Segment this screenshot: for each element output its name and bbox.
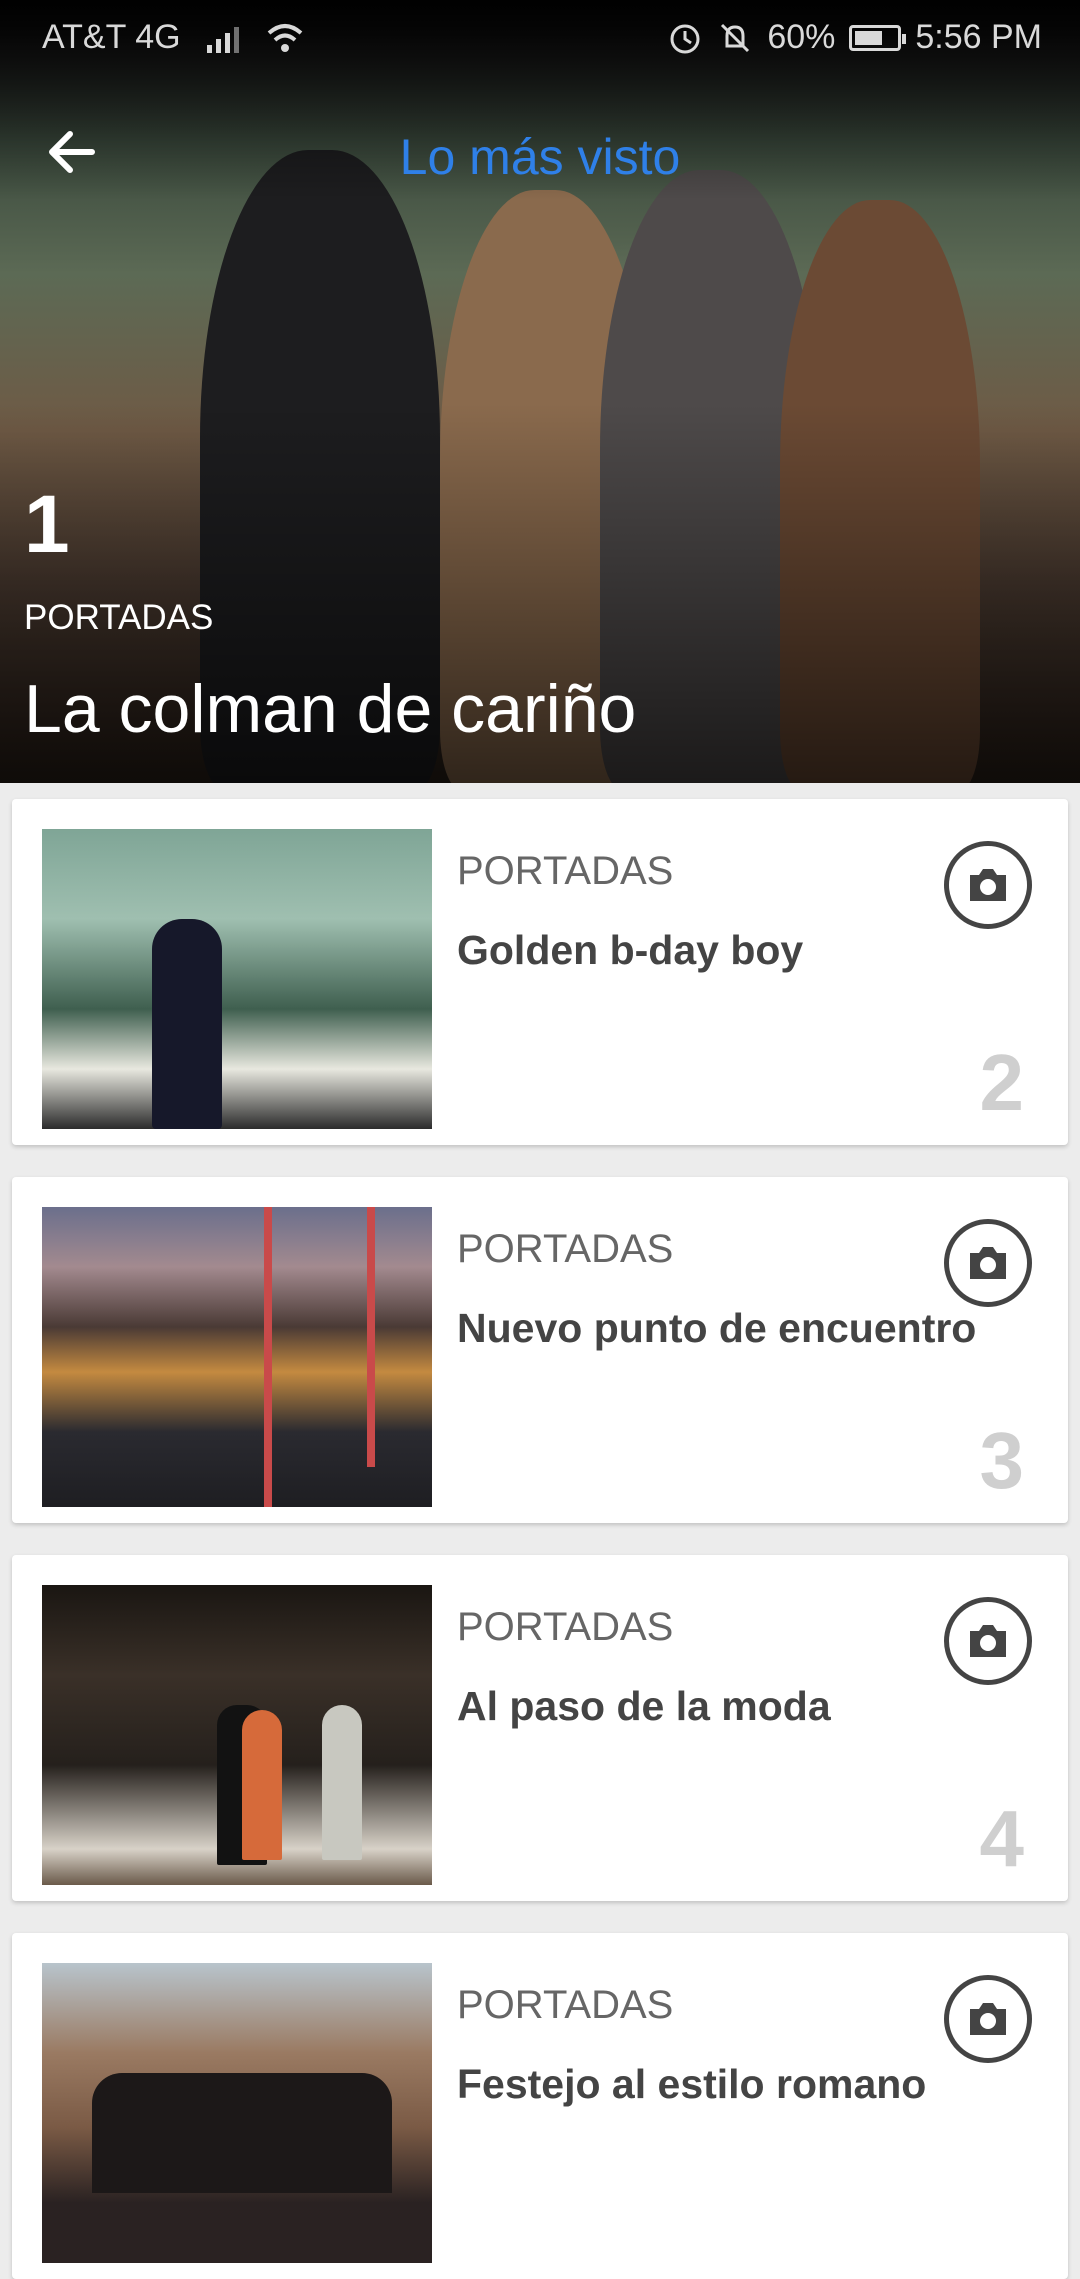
signal-icon [206, 23, 239, 53]
hero-banner[interactable]: Lo más visto 1 PORTADAS La colman de car… [0, 0, 1080, 783]
card-rank: 2 [979, 1038, 1025, 1127]
thumbnail [42, 1585, 432, 1885]
wifi-icon [267, 23, 302, 52]
hero-rank: 1 [24, 479, 70, 570]
card-category: PORTADAS [457, 1983, 674, 2027]
hero-category: PORTADAS [24, 598, 214, 637]
page-title: Lo más visto [399, 129, 681, 185]
camera-icon [944, 841, 1032, 929]
alarm-icon [670, 24, 700, 53]
card-title: Al paso de la moda [457, 1683, 831, 1729]
carrier-label: AT&T 4G [42, 18, 181, 56]
hero-title: La colman de cariño [24, 671, 637, 747]
card-category: PORTADAS [457, 1227, 674, 1271]
list-item[interactable]: PORTADAS Golden b-day boy 2 [12, 799, 1068, 1145]
card-title: Golden b-day boy [457, 927, 804, 973]
mute-icon [721, 23, 750, 52]
battery-percent: 60% [767, 18, 836, 56]
clock: 5:56 PM [915, 18, 1042, 56]
list-item[interactable]: PORTADAS Festejo al estilo romano [12, 1933, 1068, 2279]
list-item[interactable]: PORTADAS Nuevo punto de encuentro 3 [12, 1177, 1068, 1523]
status-bar: AT&T 4G 60% 5:56 PM [0, 0, 1080, 74]
camera-icon [944, 1219, 1032, 1307]
card-rank: 3 [979, 1416, 1025, 1505]
camera-icon [944, 1597, 1032, 1685]
card-rank: 4 [979, 1794, 1025, 1883]
thumbnail [42, 829, 432, 1129]
card-category: PORTADAS [457, 1605, 674, 1649]
battery-icon [849, 24, 907, 51]
camera-icon [944, 1975, 1032, 2063]
thumbnail [42, 1207, 432, 1507]
thumbnail [42, 1963, 432, 2263]
card-category: PORTADAS [457, 849, 674, 893]
card-title: Festejo al estilo romano [457, 2061, 927, 2107]
list-item[interactable]: PORTADAS Al paso de la moda 4 [12, 1555, 1068, 1901]
card-title: Nuevo punto de encuentro [457, 1305, 977, 1351]
